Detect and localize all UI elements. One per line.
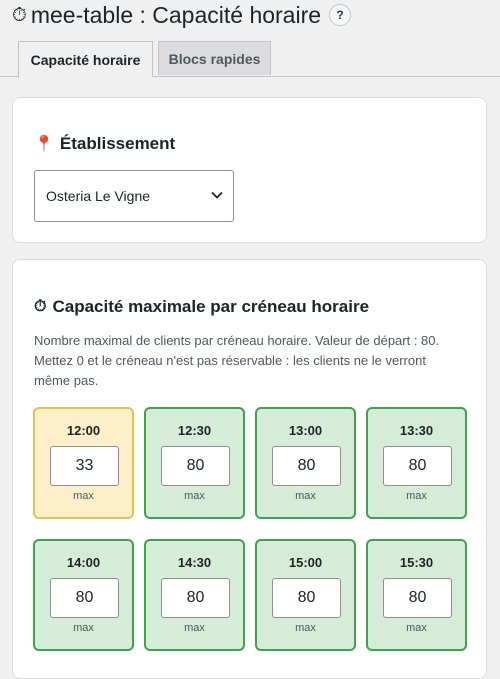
capacity-heading-text: Capacité maximale par créneau horaire <box>52 297 370 316</box>
stopwatch-icon: ⏱ <box>12 4 27 26</box>
time-slot-tile: 12:00 max <box>33 407 134 519</box>
page-title: mee-table : Capacité horaire <box>30 1 322 28</box>
time-slot-tile: 14:00 max <box>33 539 134 651</box>
slot-max-label: max <box>406 622 427 634</box>
capacity-description: Nombre maximal de clients par créneau ho… <box>34 333 440 388</box>
slot-max-label: max <box>295 490 316 502</box>
time-slot-tile: 13:00 max <box>255 407 356 519</box>
tab-bar: Capacité horaire Blocs rapides <box>0 41 500 77</box>
help-button[interactable]: ? <box>329 4 352 26</box>
chevron-down-icon <box>211 191 223 199</box>
slot-max-label: max <box>406 490 427 502</box>
time-slot-tile: 13:30 max <box>366 407 467 519</box>
location-pin-icon: 📍 <box>34 136 54 153</box>
slot-max-label: max <box>184 490 205 502</box>
slot-time-label: 12:30 <box>177 423 212 438</box>
slot-capacity-input[interactable] <box>161 578 230 618</box>
time-slot-tile: 15:00 max <box>255 539 356 651</box>
slot-capacity-input[interactable] <box>272 446 341 486</box>
slot-capacity-input[interactable] <box>50 578 119 618</box>
stopwatch-icon: ⏱ <box>34 298 47 315</box>
slot-time-label: 14:30 <box>177 555 212 570</box>
slot-capacity-input[interactable] <box>383 578 452 618</box>
slot-max-label: max <box>73 622 94 634</box>
slot-max-label: max <box>295 622 316 634</box>
slot-grid: 12:00 max 12:30 max 13:00 max 13:30 max 14:00 max… <box>33 407 467 651</box>
slot-max-label: max <box>184 622 205 634</box>
slot-time-label: 12:00 <box>66 423 101 438</box>
capacity-card: ⏱ Capacité maximale par créneau horaire … <box>12 259 487 679</box>
slot-capacity-input[interactable] <box>50 446 119 486</box>
establishment-select-value: Osteria Le Vigne <box>46 188 151 204</box>
slot-time-label: 13:00 <box>288 423 323 438</box>
time-slot-tile: 14:30 max <box>144 539 245 651</box>
slot-capacity-input[interactable] <box>161 446 230 486</box>
slot-time-label: 15:30 <box>399 555 434 570</box>
tab-blocs-rapides[interactable]: Blocs rapides <box>158 41 271 75</box>
tab-capacite-horaire[interactable]: Capacité horaire <box>18 41 153 77</box>
time-slot-tile: 12:30 max <box>144 407 245 519</box>
establishment-heading: 📍 Établissement <box>34 134 175 154</box>
slot-capacity-input[interactable] <box>383 446 452 486</box>
capacity-heading: ⏱ Capacité maximale par créneau horaire <box>34 297 369 317</box>
slot-capacity-input[interactable] <box>272 578 341 618</box>
establishment-card: 📍 Établissement Osteria Le Vigne <box>12 97 487 243</box>
slot-time-label: 15:00 <box>288 555 323 570</box>
time-slot-tile: 15:30 max <box>366 539 467 651</box>
slot-time-label: 13:30 <box>399 423 434 438</box>
establishment-select[interactable]: Osteria Le Vigne <box>34 170 234 222</box>
establishment-heading-text: Établissement <box>59 134 176 153</box>
slot-time-label: 14:00 <box>66 555 101 570</box>
slot-max-label: max <box>73 490 94 502</box>
page-header: ⏱ mee-table : Capacité horaire ? <box>12 0 352 30</box>
